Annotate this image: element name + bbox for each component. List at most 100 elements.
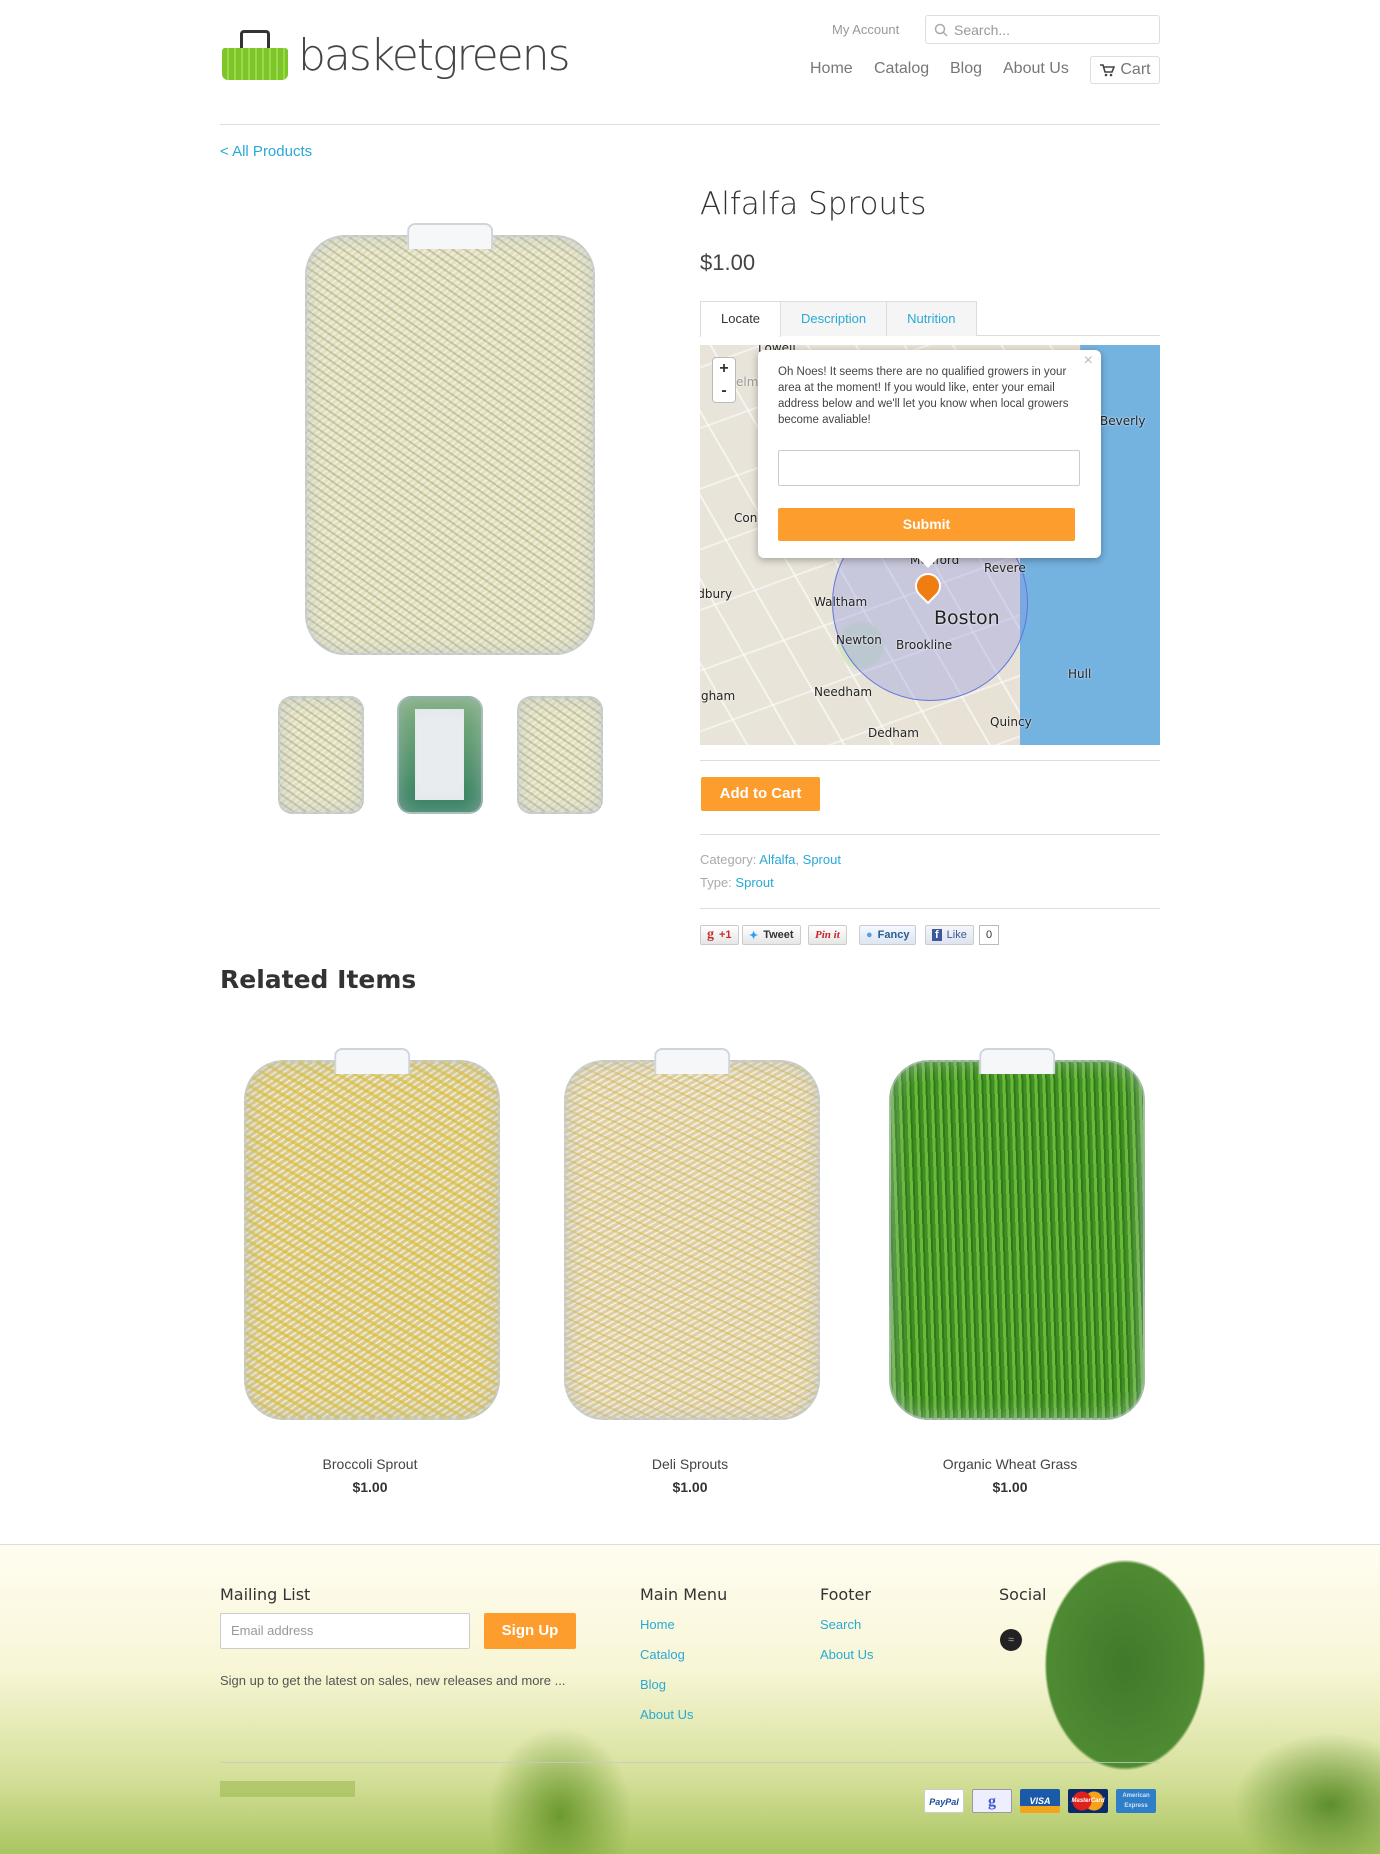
product-title: Alfalfa Sprouts: [700, 186, 927, 222]
logo[interactable]: basketgreens: [222, 20, 571, 90]
tweet-label: Tweet: [763, 929, 794, 941]
footer-link-catalog[interactable]: Catalog: [640, 1647, 685, 1662]
map-label: Hull: [1068, 667, 1092, 681]
map-label: Newton: [836, 633, 882, 647]
gplus-label: +1: [719, 929, 732, 941]
product-type: Type: Sprout: [700, 875, 774, 890]
map-zoom-control: + -: [712, 357, 736, 403]
product-thumbnail-3[interactable]: [517, 688, 603, 816]
mailing-email-input[interactable]: Email address: [220, 1613, 470, 1649]
map-label: Boston: [934, 607, 1000, 629]
related-item-price: $1.00: [352, 1479, 388, 1495]
related-item-image[interactable]: [881, 1040, 1151, 1425]
add-to-cart-button[interactable]: Add to Cart: [701, 777, 820, 811]
google-checkout-icon: g: [972, 1789, 1012, 1813]
tweet-button[interactable]: ✦ Tweet: [742, 925, 801, 945]
map-label: Needham: [814, 685, 873, 699]
map-label: Waltham: [814, 595, 868, 609]
footer-link-home[interactable]: Home: [640, 1617, 675, 1632]
zoom-out-button[interactable]: -: [713, 380, 735, 402]
type-link-sprout[interactable]: Sprout: [735, 875, 773, 890]
footer: Mailing List Email address Sign Up Sign …: [0, 1544, 1380, 1854]
search-input[interactable]: Search...: [925, 15, 1160, 44]
category-label: Category:: [700, 852, 757, 867]
social-heading: Social: [999, 1585, 1047, 1604]
type-label: Type:: [700, 875, 732, 890]
map-label: Revere: [984, 561, 1026, 575]
no-growers-popup: × Oh Noes! It seems there are no qualifi…: [758, 350, 1101, 568]
divider: [700, 760, 1160, 761]
pin-label: Pin it: [815, 929, 840, 941]
cart-label: Cart: [1120, 61, 1151, 78]
product-tabs: Locate Description Nutrition: [700, 301, 1160, 337]
nav-catalog[interactable]: Catalog: [874, 60, 929, 78]
tab-description[interactable]: Description: [780, 301, 888, 336]
product-thumbnail-2[interactable]: [397, 688, 483, 816]
google-plus-button[interactable]: g +1: [700, 925, 739, 945]
search-icon: [934, 23, 948, 37]
divider: [700, 908, 1160, 909]
basket-icon: [222, 30, 288, 80]
nav-about-us[interactable]: About Us: [1003, 60, 1069, 78]
footer-heading: Footer: [820, 1585, 871, 1604]
nav-home[interactable]: Home: [810, 60, 853, 78]
footer-link-about[interactable]: About Us: [820, 1647, 873, 1662]
category-link-sprout[interactable]: Sprout: [803, 852, 841, 867]
popup-message: Oh Noes! It seems there are no qualified…: [778, 366, 1069, 426]
cart-icon: [1100, 64, 1116, 77]
zoom-in-button[interactable]: +: [713, 358, 735, 380]
related-item-image[interactable]: [556, 1040, 826, 1425]
map-label: Framingham: [700, 689, 736, 703]
tab-nutrition[interactable]: Nutrition: [886, 301, 977, 336]
like-count: 0: [979, 925, 1000, 945]
nav-blog[interactable]: Blog: [950, 60, 982, 78]
facebook-icon: f: [932, 929, 942, 941]
facebook-like-button[interactable]: f Like: [925, 925, 974, 945]
product-category: Category: Alfalfa, Sprout: [700, 852, 841, 867]
rss-icon[interactable]: ≈: [1000, 1629, 1022, 1651]
related-item-name[interactable]: Organic Wheat Grass: [860, 1456, 1160, 1472]
mailing-blurb: Sign up to get the latest on sales, new …: [220, 1673, 566, 1688]
map-label: Dedham: [868, 726, 919, 740]
related-items-heading: Related Items: [220, 965, 417, 994]
related-item-price: $1.00: [992, 1479, 1028, 1495]
all-products-link[interactable]: < All Products: [220, 143, 312, 160]
map-label: Sudbury: [700, 587, 733, 601]
sign-up-button[interactable]: Sign Up: [484, 1613, 576, 1649]
footer-link-about-us[interactable]: About Us: [640, 1707, 693, 1722]
paypal-icon: PayPal: [924, 1789, 964, 1813]
divider: [700, 834, 1160, 835]
product-thumbnail-1[interactable]: [278, 688, 364, 816]
amex-icon: American Express: [1116, 1789, 1156, 1813]
mastercard-icon: MasterCard: [1068, 1789, 1108, 1813]
map-label: Quincy: [990, 715, 1032, 729]
like-label: Like: [946, 929, 967, 941]
footer-link-search[interactable]: Search: [820, 1617, 861, 1632]
footer-link-blog[interactable]: Blog: [640, 1677, 666, 1692]
my-account-link[interactable]: My Account: [832, 22, 899, 37]
close-icon[interactable]: ×: [1084, 352, 1093, 370]
product-main-image[interactable]: [300, 215, 600, 660]
footer-divider: [220, 1762, 1160, 1763]
fancy-icon: ●: [866, 929, 873, 941]
copyright-placeholder: [220, 1781, 355, 1797]
related-item-name[interactable]: Broccoli Sprout: [220, 1456, 520, 1472]
related-item-price: $1.00: [672, 1479, 708, 1495]
map-label: Brookline: [896, 638, 953, 652]
product-price: $1.00: [700, 250, 756, 275]
related-item-image[interactable]: [236, 1040, 506, 1425]
fancy-button[interactable]: ● Fancy: [859, 925, 917, 945]
popup-submit-button[interactable]: Submit: [778, 508, 1075, 541]
mailing-list-heading: Mailing List: [220, 1585, 311, 1604]
category-link-alfalfa[interactable]: Alfalfa: [759, 852, 795, 867]
main-menu-heading: Main Menu: [640, 1585, 728, 1604]
pinterest-button[interactable]: Pin it: [808, 925, 847, 945]
cart-button[interactable]: Cart: [1090, 56, 1160, 84]
search-placeholder: Search...: [954, 21, 1011, 38]
map-label: Beverly: [1100, 414, 1146, 428]
tab-locate[interactable]: Locate: [700, 301, 782, 337]
header-divider: [220, 124, 1160, 125]
popup-email-input[interactable]: [778, 450, 1080, 486]
twitter-icon: ✦: [749, 929, 759, 942]
related-item-name[interactable]: Deli Sprouts: [540, 1456, 840, 1472]
